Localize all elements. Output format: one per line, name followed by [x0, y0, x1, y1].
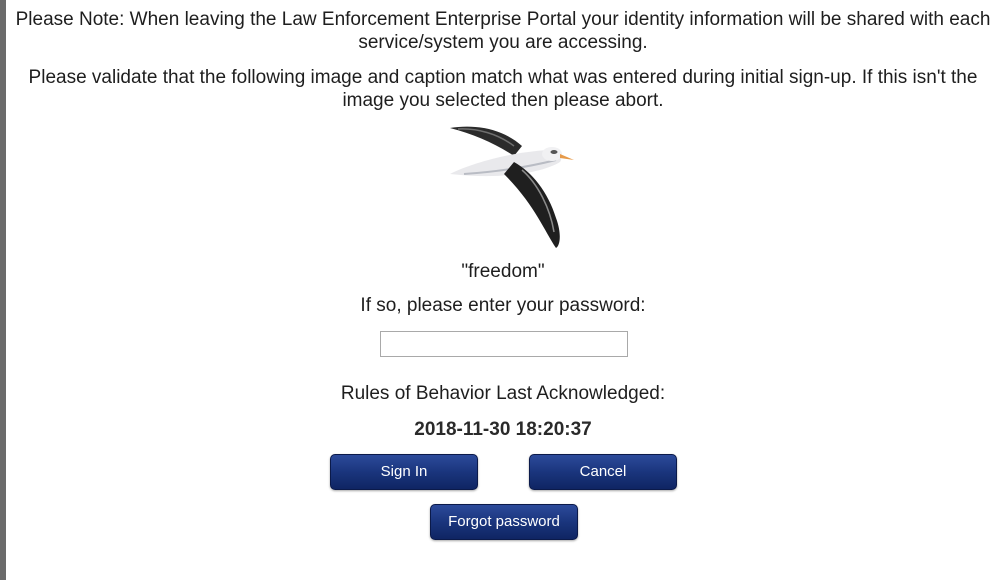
rules-acknowledged-timestamp: 2018-11-30 18:20:37 — [414, 419, 592, 440]
password-prompt: If so, please enter your password: — [360, 295, 646, 316]
password-field[interactable] — [380, 331, 628, 357]
security-image-caption: "freedom" — [461, 261, 545, 282]
forgot-password-button[interactable]: Forgot password — [430, 504, 578, 540]
image-validation-notice: Please validate that the following image… — [28, 67, 978, 111]
cancel-button[interactable]: Cancel — [529, 454, 677, 490]
identity-sharing-notice: Please Note: When leaving the Law Enforc… — [15, 9, 991, 53]
sign-in-button[interactable]: Sign In — [330, 454, 478, 490]
albatross-bird-image — [450, 126, 574, 248]
rules-of-behavior-label: Rules of Behavior Last Acknowledged: — [340, 383, 666, 404]
portal-signin-page: Please Note: When leaving the Law Enforc… — [0, 0, 1000, 580]
